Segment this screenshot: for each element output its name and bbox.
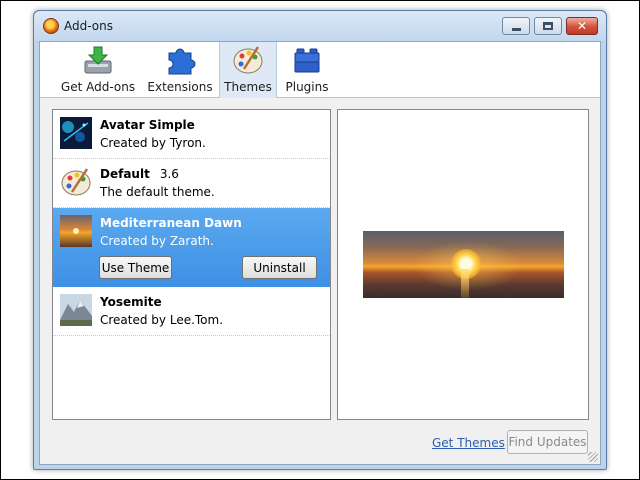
- theme-version: 3.6: [159, 167, 179, 181]
- sun-reflection: [461, 269, 469, 298]
- tab-extensions[interactable]: Extensions: [145, 42, 215, 98]
- minimize-button[interactable]: [502, 17, 530, 35]
- yosemite-theme-thumbnail: [60, 294, 92, 326]
- tab-label: Get Add-ons: [60, 80, 136, 94]
- get-themes-link[interactable]: Get Themes: [432, 436, 505, 450]
- resize-grip-icon[interactable]: [588, 452, 598, 462]
- tab-plugins[interactable]: Plugins: [282, 42, 332, 98]
- list-item[interactable]: Avatar Simple Created by Tyron.: [53, 110, 330, 159]
- theme-description: Created by Tyron.: [100, 136, 206, 150]
- theme-preview-panel: [337, 109, 589, 420]
- sunrise-over-sea-preview: [363, 231, 564, 298]
- minimize-icon: [511, 27, 521, 31]
- themes-list[interactable]: Avatar Simple Created by Tyron. Default 3…: [52, 109, 331, 420]
- list-item[interactable]: Default 3.6 The default theme.: [53, 159, 330, 208]
- palette-icon: [60, 166, 92, 198]
- theme-name: Avatar Simple: [100, 118, 195, 132]
- maximize-icon: [543, 22, 553, 30]
- close-icon: ✕: [576, 19, 588, 33]
- title-bar[interactable]: Add-ons ✕: [34, 11, 606, 41]
- download-box-icon: [82, 45, 114, 75]
- theme-name: Mediterranean Dawn: [100, 216, 242, 230]
- theme-name: Default 3.6: [100, 167, 179, 181]
- palette-icon: [232, 45, 264, 75]
- list-item-selected[interactable]: Mediterranean Dawn Created by Zarath. Us…: [53, 208, 330, 287]
- tab-themes[interactable]: Themes: [219, 42, 277, 98]
- addons-window: Add-ons ✕ Get Add-ons Extensions Themes …: [33, 10, 607, 470]
- mediterranean-theme-thumbnail: [60, 215, 92, 247]
- use-theme-button[interactable]: Use Theme: [99, 256, 172, 279]
- puzzle-piece-icon: [164, 45, 196, 75]
- theme-description: Created by Zarath.: [100, 234, 214, 248]
- addons-toolbar: Get Add-ons Extensions Themes Plugins: [40, 42, 600, 98]
- window-title: Add-ons: [64, 19, 113, 33]
- tab-label: Extensions: [147, 80, 213, 94]
- theme-description: Created by Lee.Tom.: [100, 313, 224, 327]
- maximize-button[interactable]: [534, 17, 562, 35]
- lego-brick-icon: [291, 45, 323, 75]
- tab-get-addons[interactable]: Get Add-ons: [57, 42, 139, 98]
- firefox-icon: [43, 18, 59, 34]
- find-updates-button[interactable]: Find Updates: [507, 430, 588, 454]
- tab-label: Plugins: [285, 80, 329, 94]
- theme-name: Yosemite: [100, 295, 162, 309]
- avatar-theme-thumbnail: [60, 117, 92, 149]
- uninstall-button[interactable]: Uninstall: [242, 256, 317, 279]
- close-button[interactable]: ✕: [566, 17, 598, 35]
- theme-description: The default theme.: [100, 185, 215, 199]
- list-item[interactable]: Yosemite Created by Lee.Tom.: [53, 287, 330, 336]
- window-client-area: Get Add-ons Extensions Themes Plugins Av…: [39, 41, 601, 465]
- tab-label: Themes: [224, 80, 272, 94]
